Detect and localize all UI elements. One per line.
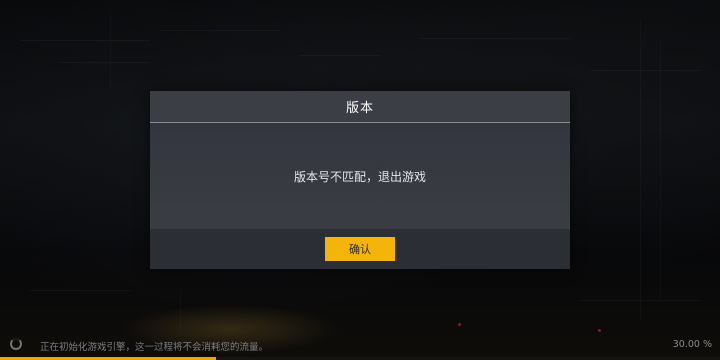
dialog-title: 版本 [345,101,374,116]
version-dialog: 版本 版本号不匹配，退出游戏 确认 [150,91,570,269]
loading-status-text: 正在初始化游戏引擎，这一过程将不会消耗您的流量。 [40,342,269,353]
loading-percent: 30.00 % [672,339,712,350]
loading-spinner-icon [10,338,22,350]
dialog-header: 版本 [150,91,570,123]
loading-status-bar: 正在初始化游戏引擎，这一过程将不会消耗您的流量。 30.00 % [0,337,720,355]
dialog-footer: 确认 [150,229,570,269]
dialog-message: 版本号不匹配，退出游戏 [293,169,426,184]
confirm-button[interactable]: 确认 [325,237,395,261]
dialog-body: 版本号不匹配，退出游戏 [150,123,570,229]
